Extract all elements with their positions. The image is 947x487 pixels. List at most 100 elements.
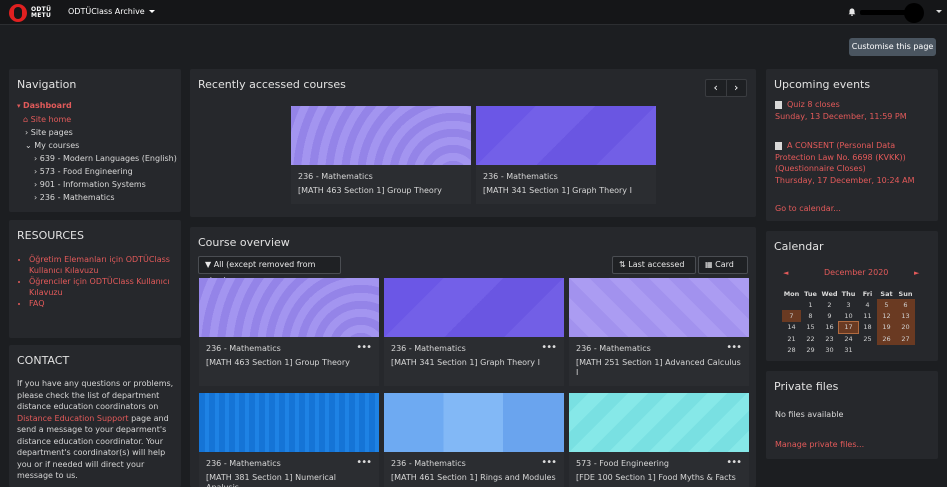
calendar-day[interactable]: 9	[820, 310, 839, 321]
grid-icon: ▦	[705, 260, 716, 269]
grouping-dropdown[interactable]: ▼ All (except removed from view)	[198, 256, 341, 285]
course-card[interactable]: 236 - Mathematics ••• [MATH 251 Section …	[569, 278, 749, 386]
calendar-day-header: Sat	[880, 289, 893, 298]
calendar-day[interactable]: 27	[896, 333, 915, 345]
calendar-day[interactable]: 3	[839, 299, 858, 310]
calendar-day[interactable]: 11	[858, 310, 877, 321]
course-menu-icon[interactable]: •••	[356, 457, 372, 468]
calendar-next-icon[interactable]: ►	[914, 269, 919, 277]
contact-title: CONTACT	[17, 354, 70, 367]
calendar-day[interactable]: 4	[858, 299, 877, 310]
calendar-day[interactable]: 2	[820, 299, 839, 310]
calendar-day[interactable]: 29	[801, 345, 820, 356]
recent-course-card[interactable]: 236 - Mathematics [MATH 341 Section 1] G…	[476, 106, 656, 204]
nav-item-my-courses[interactable]: ⌄ My courses	[17, 139, 177, 152]
course-menu-icon[interactable]: •••	[541, 342, 557, 353]
go-to-calendar-link[interactable]: Go to calendar...	[775, 204, 841, 213]
course-card[interactable]: 236 - Mathematics ••• [MATH 381 Section …	[199, 393, 379, 487]
calendar-day[interactable]: 10	[839, 310, 858, 321]
manage-private-files-link[interactable]: Manage private files...	[775, 440, 864, 449]
no-files-text: No files available	[775, 410, 844, 419]
customise-page-button[interactable]: Customise this page	[849, 38, 936, 56]
course-name[interactable]: [MATH 463 Section 1] Group Theory	[206, 358, 371, 368]
nav-item-course-639[interactable]: › 639 - Modern Languages (English)	[17, 152, 177, 165]
calendar-day[interactable]: 26	[877, 333, 896, 345]
course-card[interactable]: 236 - Mathematics ••• [MATH 463 Section …	[199, 278, 379, 386]
calendar-day[interactable]: 1	[801, 299, 820, 310]
calendar-day[interactable]: 31	[839, 345, 858, 356]
course-name[interactable]: [MATH 463 Section 1] Group Theory	[298, 186, 463, 196]
calendar-day[interactable]: 14	[782, 322, 801, 333]
odtu-logo[interactable]: ODTÜ METU	[9, 4, 51, 22]
chevron-left-icon[interactable]: ‹	[706, 80, 727, 96]
resource-link-instructor-guide[interactable]: Öğretim Elemanları için ODTÜClass Kullan…	[29, 254, 179, 276]
calendar-day[interactable]: 25	[858, 333, 877, 344]
calendar-table: Mon Tue Wed Thu Fri Sat Sun 1 2 3 4 5 6 7 8 9 10 11 12 13 1…	[782, 288, 915, 356]
user-menu-chevron-icon[interactable]	[936, 10, 942, 13]
event-link[interactable]: Quiz 8 closes	[787, 100, 840, 109]
distance-education-link[interactable]: Distance Education Support	[17, 414, 129, 423]
nav-item-dashboard[interactable]: ▾ Dashboard	[17, 99, 177, 113]
course-menu-icon[interactable]: •••	[726, 457, 742, 468]
course-menu-icon[interactable]: •••	[356, 342, 372, 353]
logo-text-metu: METU	[31, 12, 52, 19]
sort-dropdown[interactable]: ⇅ Last accessed	[612, 256, 696, 282]
nav-item-course-901[interactable]: › 901 - Information Systems	[17, 178, 177, 191]
view-dropdown[interactable]: ▦ Card	[698, 256, 748, 282]
course-menu-icon[interactable]: •••	[541, 457, 557, 468]
course-image	[476, 106, 656, 165]
course-image	[199, 393, 379, 452]
calendar-day[interactable]: 16	[820, 322, 839, 333]
calendar-day[interactable]: 7	[782, 310, 801, 322]
calendar-day[interactable]: 28	[782, 345, 801, 356]
event-item: Quiz 8 closes Sunday, 13 December, 11:59…	[775, 99, 933, 122]
event-link[interactable]: A CONSENT (Personal Data Protection Law …	[775, 141, 906, 173]
calendar-day[interactable]: 6	[896, 299, 915, 311]
course-name[interactable]: [MATH 381 Section 1] Numerical Analysis	[206, 473, 371, 487]
calendar-day-header: Fri	[862, 289, 873, 298]
nav-item-course-236[interactable]: › 236 - Mathematics	[17, 191, 177, 204]
course-name[interactable]: [MATH 341 Section 1] Graph Theory I	[391, 358, 556, 368]
course-name[interactable]: [MATH 341 Section 1] Graph Theory I	[483, 186, 648, 196]
course-name[interactable]: [MATH 251 Section 1] Advanced Calculus I	[576, 358, 741, 378]
course-category: 236 - Mathematics	[391, 344, 466, 353]
calendar-prev-icon[interactable]: ◄	[783, 269, 788, 277]
calendar-day[interactable]: 30	[820, 345, 839, 356]
user-name-redacted[interactable]	[860, 10, 908, 15]
calendar-day[interactable]: 20	[896, 321, 915, 334]
course-card[interactable]: 236 - Mathematics ••• [MATH 341 Section …	[384, 278, 564, 386]
calendar-day[interactable]: 12	[877, 310, 896, 322]
course-card[interactable]: 573 - Food Engineering ••• [FDE 100 Sect…	[569, 393, 749, 487]
resource-link-student-guide[interactable]: Öğrenciler için ODTÜClass Kullanıcı Kıla…	[29, 276, 179, 298]
course-name[interactable]: [MATH 461 Section 1] Rings and Modules	[391, 473, 556, 483]
site-menu[interactable]: ODTÜClass Archive	[68, 7, 155, 16]
nav-item-site-pages[interactable]: › Site pages	[17, 126, 177, 139]
calendar-day[interactable]: 8	[801, 310, 820, 321]
calendar-day	[858, 345, 877, 356]
calendar-day[interactable]: 5	[877, 299, 896, 311]
calendar-day[interactable]: 13	[896, 310, 915, 322]
calendar-day[interactable]: 18	[858, 322, 877, 333]
recent-course-card[interactable]: 236 - Mathematics [MATH 463 Section 1] G…	[291, 106, 471, 204]
chevron-right-icon[interactable]: ›	[727, 80, 747, 96]
site-menu-label: ODTÜClass Archive	[68, 7, 145, 16]
calendar-day[interactable]: 23	[820, 333, 839, 344]
course-menu-icon[interactable]: •••	[726, 342, 742, 353]
calendar-day[interactable]: 24	[839, 333, 858, 344]
course-image	[291, 106, 471, 165]
calendar-day[interactable]: 17	[838, 320, 859, 335]
calendar-month[interactable]: December 2020	[824, 268, 888, 277]
calendar-day[interactable]: 22	[801, 333, 820, 344]
course-name[interactable]: [FDE 100 Section 1] Food Myths & Facts	[576, 473, 741, 483]
resource-link-faq[interactable]: FAQ	[29, 298, 179, 309]
event-date: Sunday, 13 December, 11:59 PM	[775, 111, 907, 121]
calendar-day[interactable]: 21	[782, 333, 801, 344]
calendar-day[interactable]: 15	[801, 322, 820, 333]
avatar[interactable]	[904, 3, 924, 23]
calendar-day[interactable]: 19	[877, 321, 896, 334]
nav-item-course-573[interactable]: › 573 - Food Engineering	[17, 165, 177, 178]
course-card[interactable]: 236 - Mathematics ••• [MATH 461 Section …	[384, 393, 564, 487]
contact-text: If you have any questions or problems, p…	[17, 379, 174, 480]
nav-item-site-home[interactable]: ⌂ Site home	[17, 113, 177, 126]
bell-icon[interactable]	[848, 8, 856, 16]
